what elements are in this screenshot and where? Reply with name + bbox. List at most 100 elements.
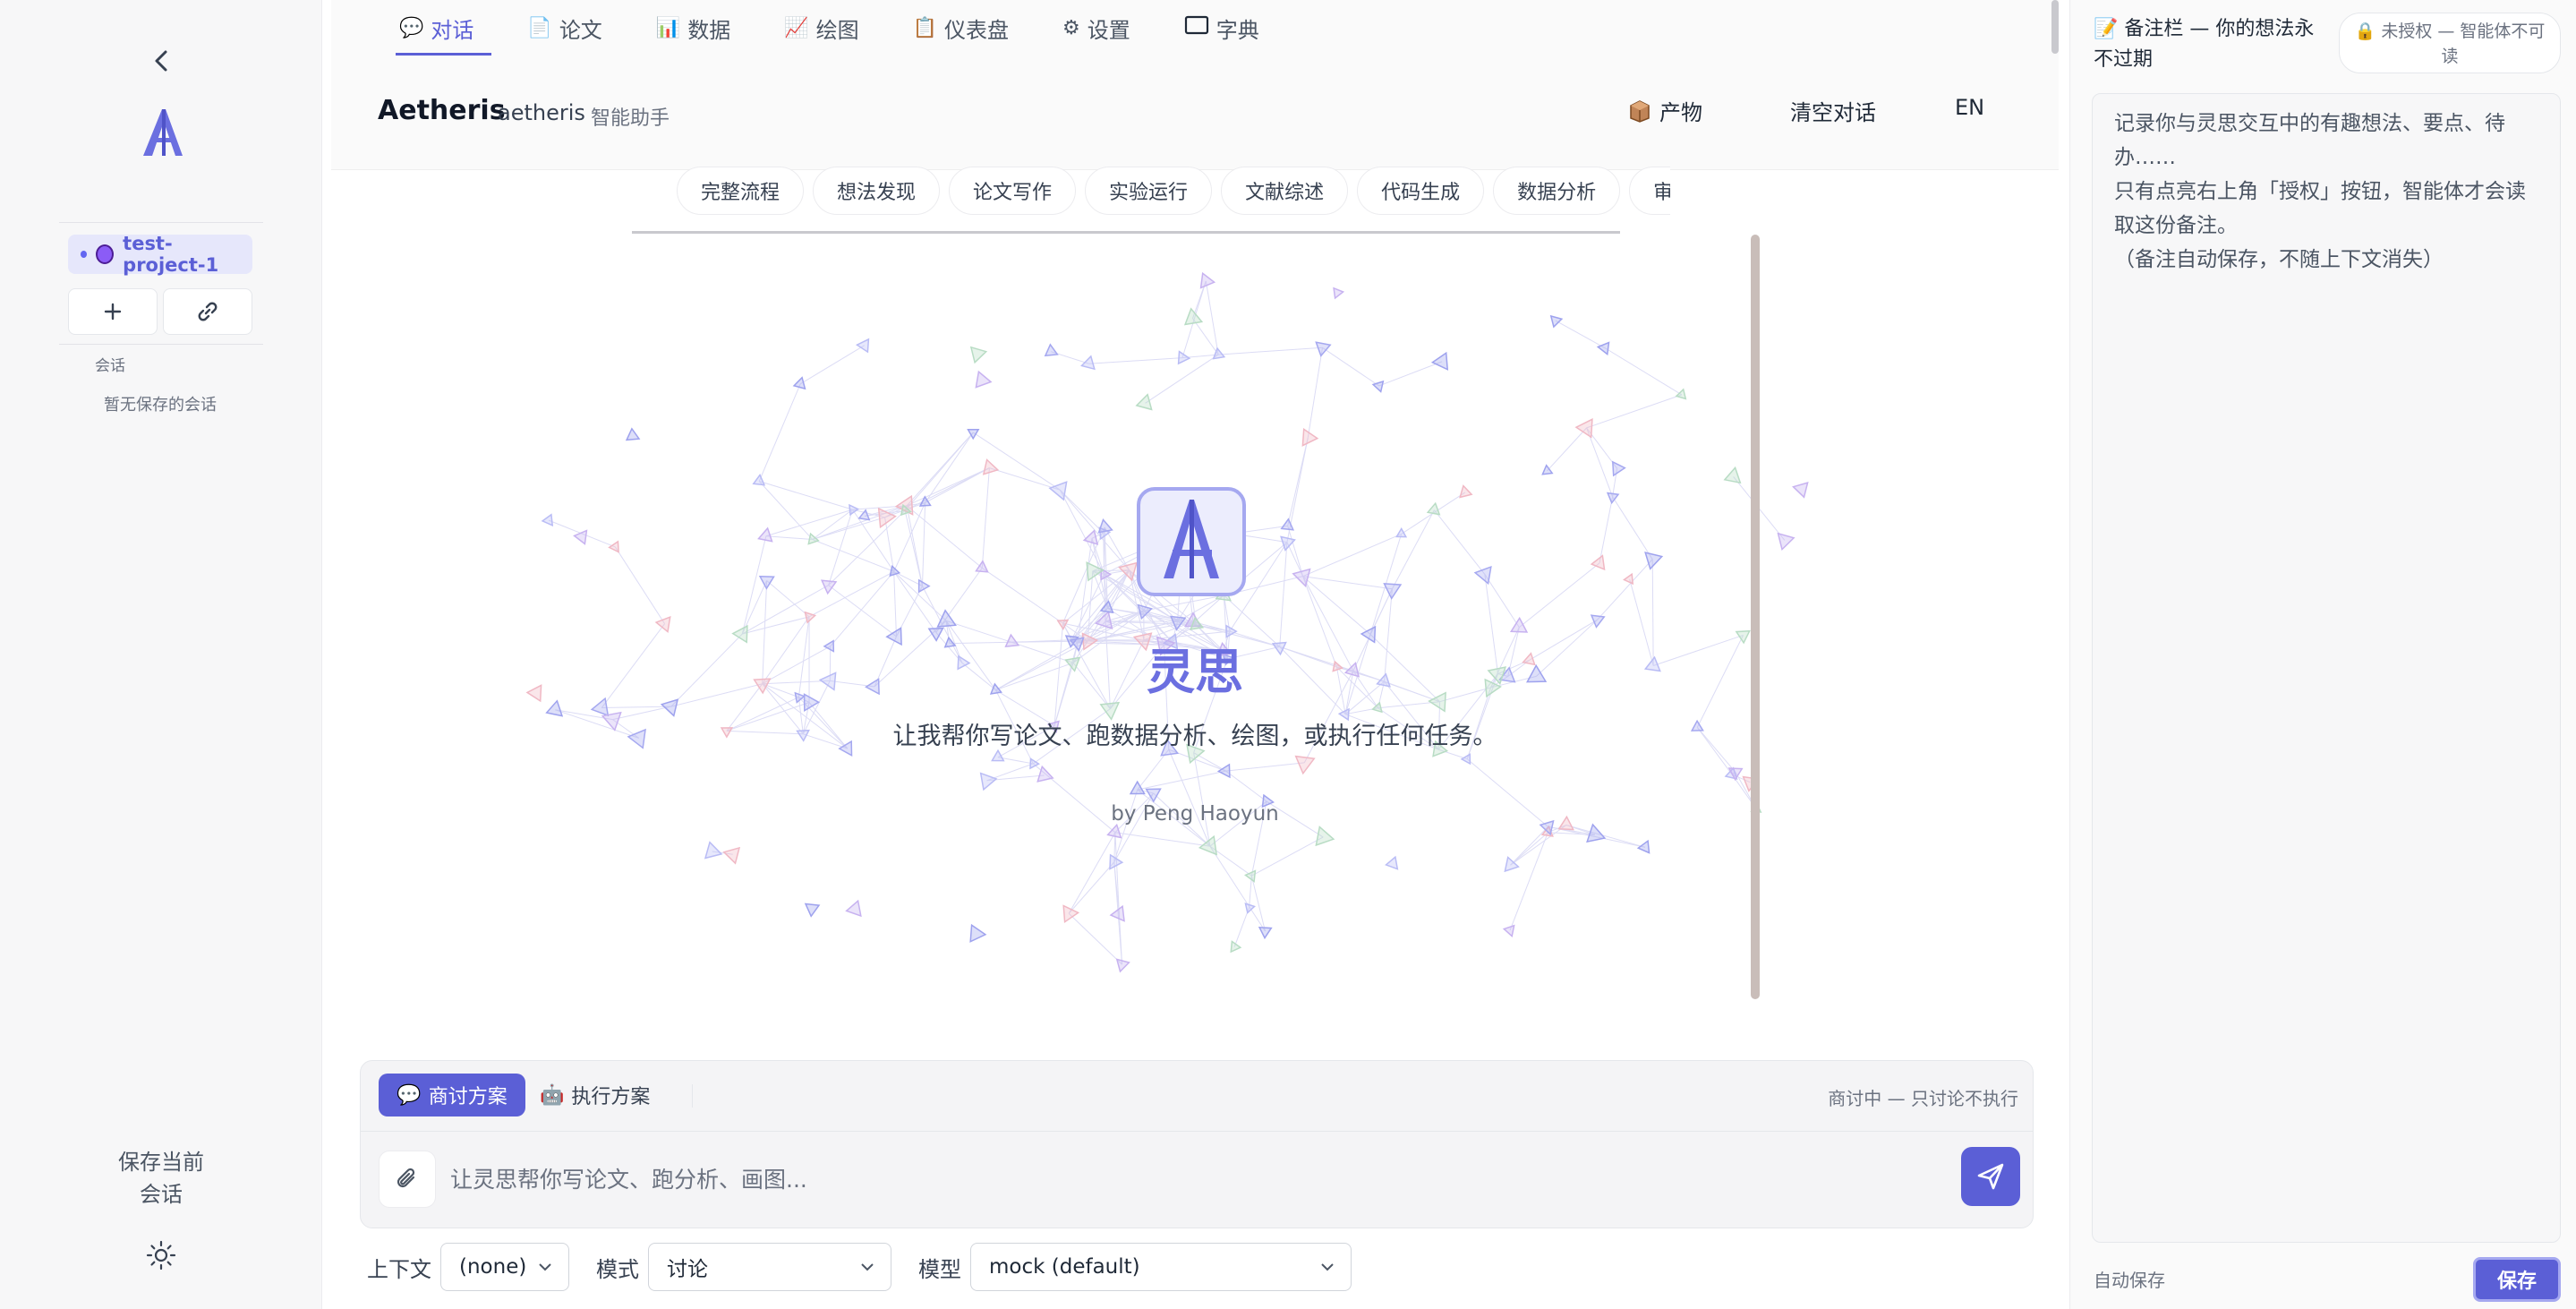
attach-button[interactable] (379, 1151, 436, 1208)
network-node (969, 923, 987, 943)
context-label: 上下文 (367, 1256, 431, 1282)
run-options: 上下文 (none) 模式 讨论 模型 mock (default) (367, 1243, 1378, 1291)
clear-chat-button[interactable]: 清空对话 (1790, 95, 1876, 126)
network-node (1473, 565, 1492, 586)
quick-actions-scrollbar[interactable] (632, 231, 1620, 234)
gear-icon: ⚙ (1062, 16, 1080, 39)
memo-icon: 📝 (2094, 18, 2119, 40)
bar-chart-icon: 📊 (655, 16, 681, 39)
chevron-left-icon (155, 50, 167, 72)
save-notes-button[interactable]: 保存 (2473, 1257, 2561, 1302)
divider (59, 222, 263, 223)
network-edge (1205, 280, 1219, 355)
notes-text[interactable]: 记录你与灵思交互中的有趣想法、要点、待办…… 只有点亮右上角「授权」按钮，智能体… (2114, 107, 2538, 277)
network-node (1606, 492, 1620, 505)
network-edge (1059, 489, 1105, 534)
network-node (573, 529, 588, 545)
network-edge (1070, 574, 1105, 640)
authorize-button[interactable]: 🔒 未授权 — 智能体不可读 (2339, 13, 2561, 73)
quick-action-chip[interactable]: 文献综述 (1221, 167, 1349, 215)
tab-paper[interactable]: 📄 论文 (491, 0, 619, 56)
network-edge (1192, 318, 1219, 355)
execute-mode-label: 执行方案 (571, 1086, 651, 1108)
network-edge (1322, 346, 1379, 387)
quick-action-chip[interactable]: 实验运行 (1085, 167, 1213, 215)
network-node (1135, 393, 1153, 411)
link-button[interactable] (163, 288, 252, 335)
execute-mode-button[interactable]: 🤖 执行方案 (540, 1074, 665, 1116)
network-node (979, 772, 998, 791)
package-icon (1630, 99, 1650, 123)
network-edge (1218, 346, 1323, 355)
quick-action-chip[interactable]: 论文写作 (949, 167, 1077, 215)
network-node (845, 899, 862, 918)
network-edge (1225, 770, 1267, 802)
network-edge (1510, 832, 1548, 866)
tab-dashboard[interactable]: 📋 仪表盘 (877, 0, 1027, 56)
hero-description: 让我帮你写论文、跑数据分析、绘图，或执行任何任务。 (892, 723, 1497, 750)
network-node (1115, 958, 1130, 973)
network-node (792, 376, 806, 390)
network-edge (1307, 347, 1323, 438)
network-node (1644, 552, 1664, 570)
network-node (807, 532, 820, 545)
context-select[interactable]: (none) (440, 1243, 569, 1291)
network-node (1244, 903, 1256, 914)
network-edge (906, 467, 990, 507)
network-edge (1062, 526, 1105, 624)
network-node (855, 338, 870, 354)
main-area: 💬 对话 📄 论文 📊 数据 📈 绘图 📋 仪表盘 ⚙ 设置 字典 Aether… (331, 0, 2059, 1309)
quick-action-chip[interactable]: 代码生成 (1357, 167, 1485, 215)
tabbar-scrollbar[interactable] (2051, 0, 2059, 54)
tab-chat[interactable]: 💬 对话 (363, 0, 492, 56)
network-edge (1279, 542, 1288, 647)
hero-logo (1137, 487, 1246, 596)
chat-header: Aetheris aetheris 智能助手 产物 清空对话 EN (331, 56, 2059, 170)
quick-action-chip[interactable]: 想法发现 (813, 167, 941, 215)
project-item[interactable]: test-project-1 (68, 233, 252, 276)
network-edge (1484, 574, 1520, 628)
mode-value: 讨论 (667, 1258, 708, 1281)
discuss-mode-button[interactable]: 💬 商讨方案 (379, 1074, 525, 1116)
tab-label: 论文 (559, 17, 602, 43)
quick-action-chip[interactable]: 数据分析 (1493, 167, 1621, 215)
network-edge (925, 467, 990, 503)
language-toggle[interactable]: EN (1955, 95, 1984, 120)
theme-toggle[interactable] (143, 1237, 179, 1273)
logo-icon (1164, 500, 1219, 578)
artifacts-button[interactable]: 产物 (1627, 95, 1702, 126)
tab-dictionary[interactable]: 字典 (1148, 0, 1277, 56)
network-node (1426, 501, 1441, 516)
chat-scrollbar[interactable] (1751, 235, 1760, 999)
prompt-input[interactable] (450, 1154, 1918, 1204)
collapse-sidebar-button[interactable] (147, 43, 175, 79)
network-node (982, 458, 1000, 475)
sun-icon (146, 1240, 176, 1270)
tab-plot[interactable]: 📈 绘图 (748, 0, 876, 56)
sessions-empty-text: 暂无保存的会话 (104, 396, 217, 415)
notes-editor[interactable]: 记录你与灵思交互中的有趣想法、要点、待办…… 只有点亮右上角「授权」按钮，智能体… (2092, 93, 2561, 1243)
network-node (722, 846, 741, 865)
send-button[interactable] (1961, 1147, 2020, 1206)
tab-settings[interactable]: ⚙ 设置 (1027, 0, 1148, 56)
mode-select[interactable]: 讨论 (648, 1243, 891, 1291)
network-node (1549, 314, 1564, 329)
hero-name: 灵思 (1147, 644, 1243, 700)
network-edge (765, 509, 853, 537)
network-edge (1209, 845, 1266, 932)
model-select[interactable]: mock (default) (970, 1243, 1352, 1291)
save-session-button[interactable]: 保存当前会话 (116, 1146, 206, 1211)
network-edge (1586, 427, 1614, 497)
tab-data[interactable]: 📊 数据 (620, 0, 748, 56)
quick-action-chip[interactable]: 完整流程 (677, 167, 805, 215)
network-node (1294, 755, 1316, 775)
network-edge (989, 467, 1061, 491)
new-session-button[interactable] (68, 288, 158, 335)
quick-action-chip[interactable]: 审稿回复 (1629, 167, 1670, 215)
network-edge (828, 585, 897, 637)
project-color-icon (96, 244, 115, 264)
network-node (1080, 355, 1096, 371)
mode-status: 商讨中 — 只讨论不执行 (1828, 1088, 2018, 1109)
network-node (1777, 532, 1796, 552)
model-label: 模型 (918, 1256, 961, 1282)
